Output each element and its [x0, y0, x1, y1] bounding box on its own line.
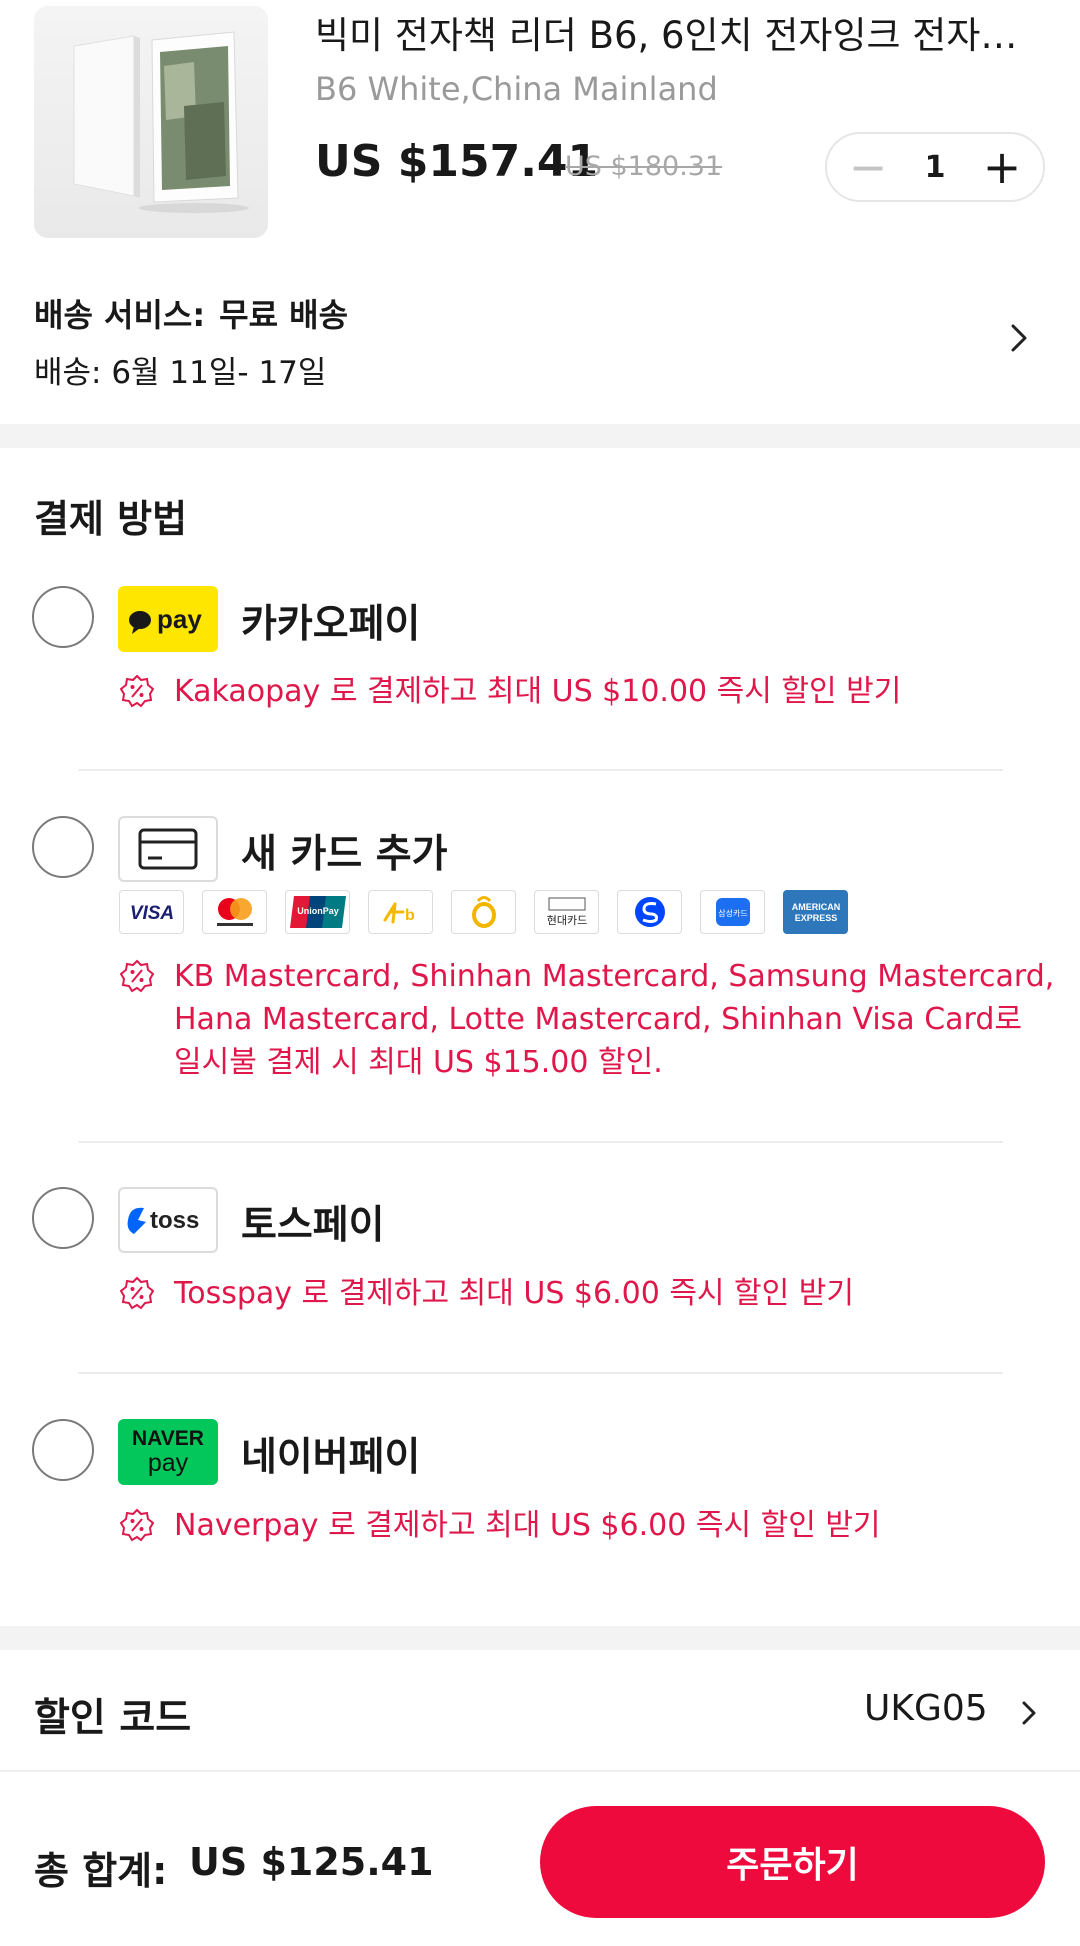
quantity-value: 1 [924, 149, 946, 185]
product-thumbnail[interactable] [34, 6, 268, 238]
svg-text:toss: toss [150, 1207, 199, 1234]
product-variant: B6 White,China Mainland [315, 70, 718, 108]
toss-icon: toss [127, 1207, 199, 1234]
payment-method-title: 결제 방법 [34, 497, 188, 541]
tosspay-label[interactable]: 토스페이 [241, 1194, 385, 1250]
ereader-image [34, 6, 268, 238]
chevron-right-icon[interactable] [1018, 1697, 1040, 1729]
accepted-cards: VISA UnionPay b 현대카드 삼성카드 AMERICAN EXPRES… [119, 890, 879, 934]
divider [78, 769, 1003, 771]
product-summary: 빅미 전자책 리더 B6, 6인치 전자잉크 전자책, … B6 White,C… [0, 0, 1080, 250]
original-price: US $180.31 [565, 151, 723, 182]
naverpay-logo-top: NAVER [132, 1427, 204, 1450]
promo-text: Kakaopay 로 결제하고 최대 US $10.00 즉시 할인 받기 [174, 674, 902, 709]
hyundai-card-icon: 현대카드 [534, 890, 599, 934]
promo-text-line-2: Hana Mastercard, Lotte Mastercard, Shinh… [174, 1002, 1023, 1037]
naverpay-logo-bottom: pay [147, 1449, 189, 1477]
svg-text:현대카드: 현대카드 [546, 914, 586, 927]
credit-card-icon [138, 828, 198, 870]
kb-card-icon: b [368, 890, 433, 934]
section-separator [0, 1626, 1080, 1650]
naverpay-label[interactable]: 네이버페이 [241, 1426, 420, 1482]
discount-code-label: 할인 코드 [34, 1696, 192, 1741]
samsung-card-icon: 삼성카드 [700, 890, 765, 934]
card-logo [118, 816, 218, 882]
tosspay-logo: toss [118, 1187, 218, 1253]
decrease-quantity-button[interactable]: − [833, 134, 903, 200]
radio-kakaopay[interactable] [32, 586, 94, 648]
divider [78, 1141, 1003, 1143]
quantity-stepper: − 1 + [825, 132, 1045, 202]
total-label: 총 합계: [34, 1849, 168, 1893]
product-price: US $157.41 [315, 136, 599, 187]
promo-text: Tosspay 로 결제하고 최대 US $6.00 즉시 할인 받기 [174, 1276, 854, 1311]
product-title[interactable]: 빅미 전자책 리더 B6, 6인치 전자잉크 전자책, … [315, 12, 1045, 60]
place-order-button[interactable]: 주문하기 [540, 1806, 1045, 1918]
shipping-service[interactable]: 배송 서비스: 무료 배송 [34, 290, 348, 336]
total-amount: US $125.41 [189, 1840, 434, 1884]
radio-new-card[interactable] [32, 816, 94, 878]
svg-text:b: b [405, 907, 415, 924]
unionpay-icon: UnionPay [285, 890, 350, 934]
nh-card-icon [451, 890, 516, 934]
discount-badge-icon [120, 1276, 154, 1310]
promo-text: Naverpay 로 결제하고 최대 US $6.00 즉시 할인 받기 [174, 1508, 881, 1543]
discount-badge-icon [120, 674, 154, 708]
promo-text-line-3: 일시불 결제 시 최대 US $15.00 할인. [174, 1045, 663, 1080]
divider [0, 1770, 1080, 1772]
kakaopay-label[interactable]: 카카오페이 [241, 593, 420, 649]
amex-icon: AMERICAN EXPRESS [783, 890, 848, 934]
shipping-service-label: 배송 서비스: [34, 296, 206, 334]
svg-text:pay: pay [157, 604, 202, 634]
svg-text:UnionPay: UnionPay [297, 906, 339, 916]
discount-badge-icon [120, 959, 154, 993]
svg-text:AMERICAN: AMERICAN [791, 902, 840, 912]
new-card-promo: KB Mastercard, Shinhan Mastercard, Samsu… [120, 955, 1054, 1087]
svg-text:삼성카드: 삼성카드 [718, 908, 747, 918]
new-card-label[interactable]: 새 카드 추가 [241, 823, 448, 879]
svg-text:EXPRESS: EXPRESS [794, 913, 837, 923]
section-separator [0, 424, 1080, 448]
shipping-date: 배송: 6월 11일- 17일 [34, 355, 327, 391]
discount-code-value[interactable]: UKG05 [864, 1688, 988, 1729]
shipping-service-value: 무료 배송 [219, 296, 349, 334]
svg-text:VISA: VISA [129, 903, 173, 924]
chevron-right-icon[interactable] [1005, 320, 1033, 356]
promo-text-line-1: KB Mastercard, Shinhan Mastercard, Samsu… [174, 959, 1055, 994]
mastercard-icon [202, 890, 267, 934]
kakaopay-logo: pay [118, 586, 218, 652]
increase-quantity-button[interactable]: + [967, 134, 1037, 200]
kakaopay-icon: pay [129, 604, 202, 634]
visa-icon: VISA [119, 890, 184, 934]
discount-badge-icon [120, 1508, 154, 1542]
radio-naverpay[interactable] [32, 1419, 94, 1481]
naverpay-logo: NAVER pay [118, 1419, 218, 1485]
checkout-page: 빅미 전자책 리더 B6, 6인치 전자잉크 전자책, … B6 White,C… [0, 0, 1080, 1946]
radio-tosspay[interactable] [32, 1187, 94, 1249]
shinhan-card-icon [617, 890, 682, 934]
divider [78, 1372, 1003, 1374]
